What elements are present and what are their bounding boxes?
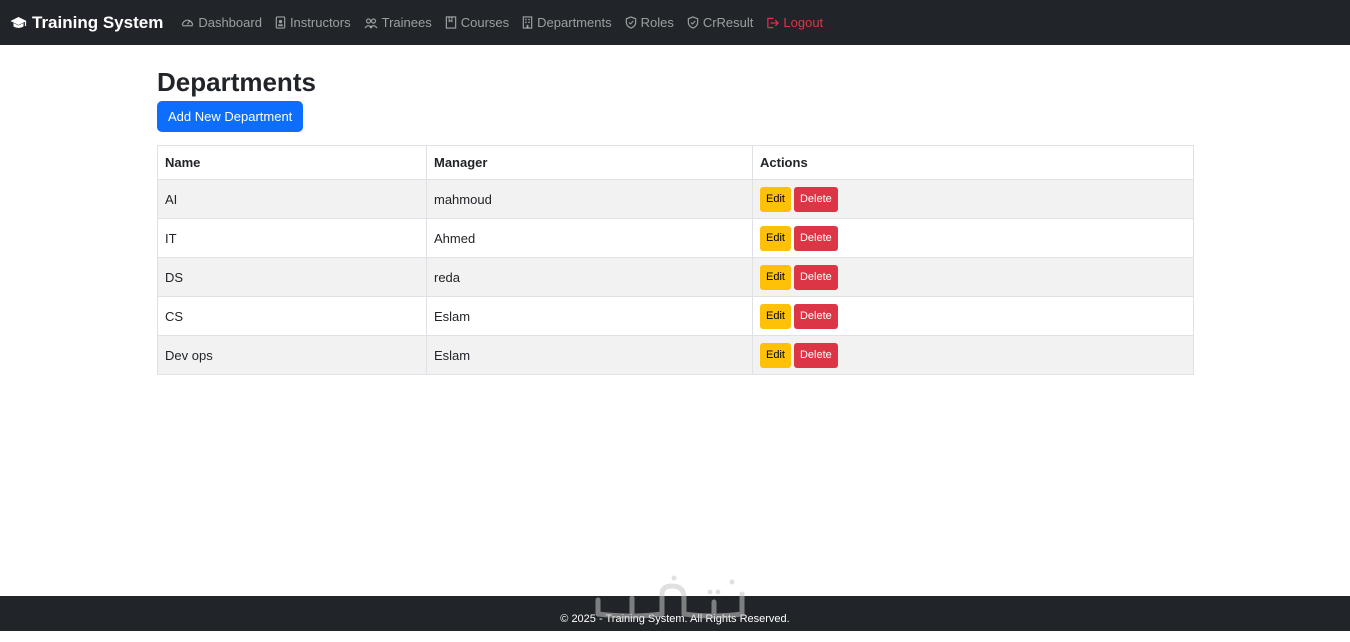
edit-button[interactable]: Edit [760, 225, 791, 251]
delete-button[interactable]: Delete [793, 225, 838, 251]
header-name: Name [157, 145, 427, 180]
department-manager: mahmoud [426, 179, 753, 219]
table-row: DS reda Edit Delete [157, 257, 1194, 297]
department-name: AI [157, 179, 427, 219]
row-actions: Edit Delete [752, 335, 1194, 375]
nav-departments-label: Departments [537, 15, 612, 30]
nav-instructors[interactable]: Instructors [275, 15, 351, 30]
table-row: AI mahmoud Edit Delete [157, 179, 1194, 219]
building-icon [522, 16, 533, 29]
edit-button[interactable]: Edit [760, 303, 791, 329]
nav-crresult[interactable]: CrResult [687, 15, 754, 30]
nav-logout-label: Logout [783, 15, 824, 30]
shield-icon [687, 16, 699, 29]
edit-button[interactable]: Edit [760, 186, 791, 212]
nav-logout[interactable]: Logout [766, 15, 823, 30]
nav-links: Dashboard Instructors Trainees Courses D… [181, 15, 836, 30]
row-actions: Edit Delete [752, 257, 1194, 297]
people-icon [364, 17, 378, 29]
row-actions: Edit Delete [752, 296, 1194, 336]
nav-dashboard[interactable]: Dashboard [181, 15, 262, 30]
delete-button[interactable]: Delete [793, 186, 838, 212]
person-badge-icon [275, 16, 286, 29]
table-row: CS Eslam Edit Delete [157, 296, 1194, 336]
edit-button[interactable]: Edit [760, 342, 791, 368]
delete-button[interactable]: Delete [793, 342, 838, 368]
department-name: IT [157, 218, 427, 258]
page-title: Departments [157, 67, 316, 97]
book-icon [445, 16, 457, 29]
delete-button[interactable]: Delete [793, 264, 838, 290]
nav-crresult-label: CrResult [702, 15, 754, 30]
department-manager: Ahmed [426, 218, 753, 258]
table-row: Dev ops Eslam Edit Delete [157, 335, 1194, 375]
delete-button[interactable]: Delete [793, 303, 838, 329]
nav-departments[interactable]: Departments [522, 15, 612, 30]
graduation-cap-icon [10, 16, 27, 30]
brand-name: Training System [32, 12, 164, 32]
row-actions: Edit Delete [752, 218, 1194, 258]
shield-icon [625, 16, 637, 29]
add-department-button[interactable]: Add New Department [157, 101, 304, 132]
speedometer-icon [181, 16, 194, 29]
table-row: IT Ahmed Edit Delete [157, 218, 1194, 258]
department-manager: reda [426, 257, 753, 297]
footer-copyright: © 2025 - Training System. All Rights Res… [560, 613, 790, 625]
nav-roles-label: Roles [640, 15, 674, 30]
logout-icon [766, 17, 780, 29]
row-actions: Edit Delete [752, 179, 1194, 219]
departments-table: Name Manager Actions AI mahmoud Edit Dele… [157, 145, 1194, 375]
header-actions: Actions [752, 145, 1194, 180]
nav-trainees-label: Trainees [381, 15, 432, 30]
header-manager: Manager [426, 145, 753, 180]
department-name: Dev ops [157, 335, 427, 375]
table-header-row: Name Manager Actions [157, 145, 1194, 180]
department-name: CS [157, 296, 427, 336]
nav-instructors-label: Instructors [289, 15, 351, 30]
nav-trainees[interactable]: Trainees [364, 15, 432, 30]
main-content: Departments Add New Department Name Mana… [157, 45, 1194, 375]
brand[interactable]: Training System [10, 13, 163, 33]
nav-dashboard-label: Dashboard [198, 15, 262, 30]
footer: © 2025 - Training System. All Rights Res… [0, 596, 1350, 631]
nav-courses[interactable]: Courses [445, 15, 509, 30]
nav-courses-label: Courses [460, 15, 510, 30]
edit-button[interactable]: Edit [760, 264, 791, 290]
department-manager: Eslam [426, 296, 753, 336]
department-name: DS [157, 257, 427, 297]
nav-roles[interactable]: Roles [625, 15, 674, 30]
department-manager: Eslam [426, 335, 753, 375]
navbar: Training System Dashboard Instructors Tr… [0, 0, 1350, 45]
